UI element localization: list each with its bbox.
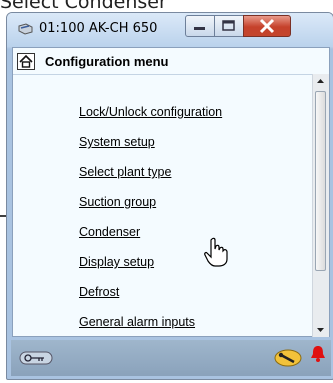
menu-item-general-alarm-inputs[interactable]: General alarm inputs: [79, 315, 195, 329]
panel-title: Configuration menu: [45, 54, 169, 69]
window-title: 01:100 AK-CH 650: [39, 21, 158, 36]
alarm-bell-icon[interactable]: [309, 344, 327, 364]
close-button[interactable]: [243, 15, 291, 37]
menu-item-lock-unlock-configuration[interactable]: Lock/Unlock configuration: [79, 105, 222, 119]
app-icon: [18, 23, 33, 35]
scroll-thumb[interactable]: [315, 91, 326, 271]
wrench-icon[interactable]: [273, 348, 303, 368]
minimize-button[interactable]: [185, 15, 215, 37]
maximize-icon: [222, 20, 235, 31]
caption-text: Select Condenser: [0, 0, 167, 11]
panel-header: Configuration menu: [13, 48, 329, 75]
menu-item-system-setup[interactable]: System setup: [79, 135, 155, 149]
scroll-down-icon: [317, 328, 324, 332]
menu-item-display-setup[interactable]: Display setup: [79, 255, 154, 269]
menu-item-suction-group[interactable]: Suction group: [79, 195, 156, 209]
vertical-scrollbar[interactable]: [312, 74, 329, 337]
close-icon: [259, 18, 275, 34]
title-bar[interactable]: 01:100 AK-CH 650: [7, 13, 333, 47]
menu-item-condenser[interactable]: Condenser: [79, 225, 140, 239]
key-icon[interactable]: [19, 350, 55, 366]
app-window: 01:100 AK-CH 650 Configuration menu Lock…: [6, 12, 333, 380]
bottom-toolbar: [11, 340, 331, 376]
configuration-panel: Configuration menu Lock/Unlock configura…: [12, 47, 330, 337]
hand-cursor-icon: [204, 237, 228, 267]
menu-item-defrost[interactable]: Defrost: [79, 285, 119, 299]
scroll-up-button[interactable]: [313, 74, 328, 89]
minimize-icon: [194, 27, 205, 30]
home-icon[interactable]: [17, 53, 35, 70]
scroll-up-icon: [317, 79, 324, 83]
maximize-button[interactable]: [214, 15, 244, 37]
menu-item-select-plant-type[interactable]: Select plant type: [79, 165, 171, 179]
scroll-down-button[interactable]: [313, 322, 328, 337]
